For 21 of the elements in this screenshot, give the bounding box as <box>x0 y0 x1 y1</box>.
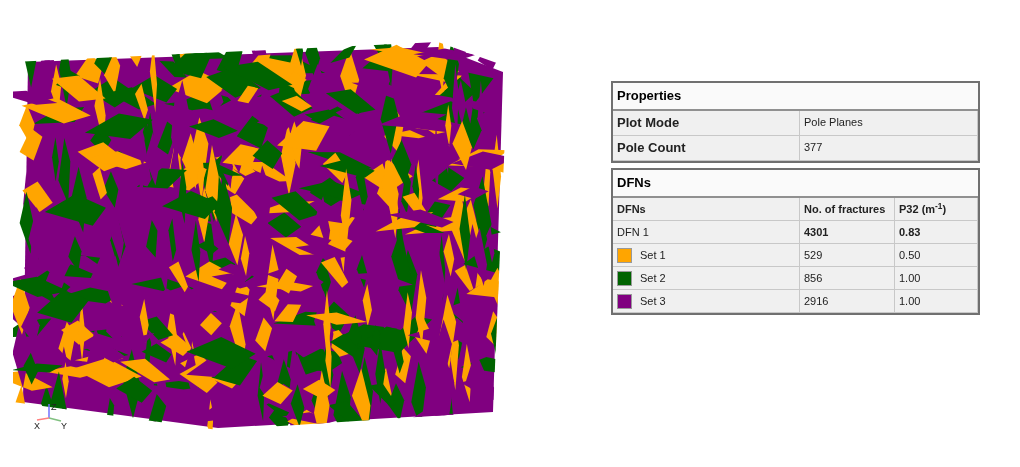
column-header: No. of fractures <box>800 198 895 221</box>
panel-title: DFNs <box>617 174 651 193</box>
dfn-name: Set 2 <box>640 270 666 286</box>
p32-value: 1.00 <box>895 290 978 313</box>
property-label: Pole Count <box>613 136 800 161</box>
p32-value: 0.83 <box>895 221 978 244</box>
p32-value: 1.00 <box>895 267 978 290</box>
fracture-count: 856 <box>800 267 895 290</box>
panel-title: Properties <box>617 87 682 106</box>
property-value: Pole Planes <box>800 111 978 136</box>
property-value: 377 <box>800 136 978 161</box>
fracture-count: 4301 <box>800 221 895 244</box>
dfn-name: Set 1 <box>640 247 666 263</box>
column-header: P32 (m$^{-1}$) <box>895 198 978 221</box>
p32-value: 0.50 <box>895 244 978 267</box>
dfn-name: DFN 1 <box>617 224 649 240</box>
fracture-count: 529 <box>800 244 895 267</box>
column-header: DFNs <box>613 198 800 221</box>
property-label: Plot Mode <box>613 111 800 136</box>
fracture-count: 2916 <box>800 290 895 313</box>
dfn-name: Set 3 <box>640 293 666 309</box>
